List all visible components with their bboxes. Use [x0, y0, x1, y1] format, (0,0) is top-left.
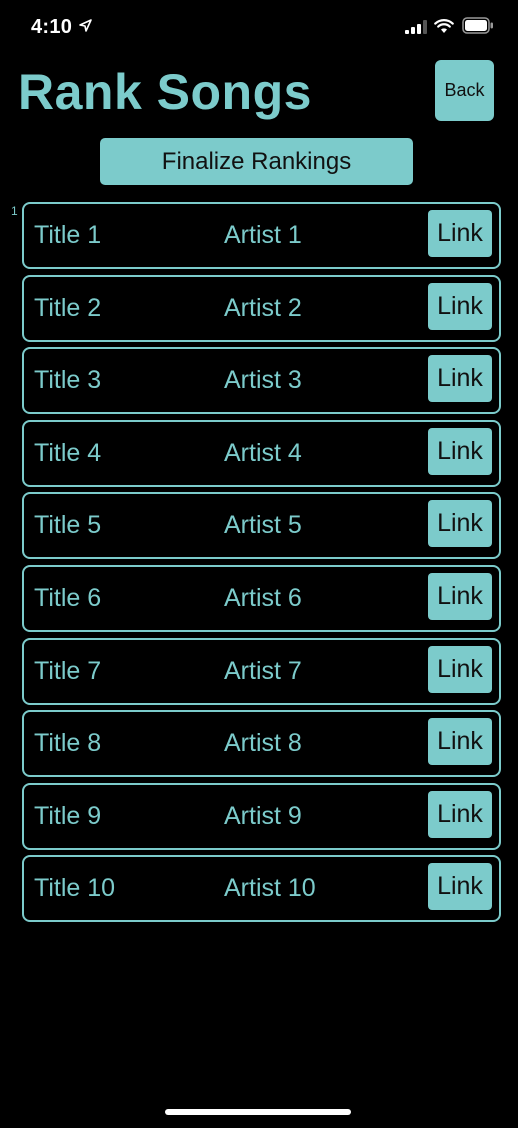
status-bar: 4:10: [0, 0, 518, 56]
page-title: Rank Songs: [18, 64, 312, 120]
song-row[interactable]: Title 5 Artist 5 Link: [22, 492, 501, 560]
song-artist: Artist 2: [224, 293, 302, 322]
song-title: Title 8: [34, 729, 102, 758]
link-button[interactable]: Link: [428, 210, 492, 257]
song-title: Title 10: [34, 874, 116, 903]
song-title: Title 2: [34, 293, 102, 322]
link-button[interactable]: Link: [428, 355, 492, 403]
song-row[interactable]: Title 3 Artist 3 Link: [22, 347, 501, 415]
song-title: Title 5: [34, 511, 102, 540]
song-title: Title 1: [34, 221, 102, 249]
rank-number: 1: [11, 204, 18, 218]
song-artist: Artist 8: [224, 729, 302, 758]
location-arrow-icon: [79, 19, 92, 32]
song-artist: Artist 9: [224, 801, 302, 830]
back-button[interactable]: Back: [435, 60, 494, 121]
wifi-icon: [434, 19, 454, 33]
song-artist: Artist 10: [224, 874, 316, 903]
song-artist: Artist 3: [224, 366, 302, 395]
song-row[interactable]: Title 1 Artist 1 Link: [22, 202, 501, 269]
finalize-rankings-button[interactable]: Finalize Rankings: [100, 138, 413, 185]
link-button[interactable]: Link: [428, 500, 492, 548]
song-row[interactable]: Title 8 Artist 8 Link: [22, 710, 501, 778]
song-row[interactable]: Title 2 Artist 2 Link: [22, 274, 501, 342]
link-button[interactable]: Link: [428, 863, 492, 911]
song-artist: Artist 7: [224, 656, 302, 685]
song-list: Title 1 Artist 1 Link Title 2 Artist 2 L…: [22, 202, 501, 928]
song-title: Title 9: [34, 801, 102, 830]
song-row[interactable]: Title 4 Artist 4 Link: [22, 419, 501, 487]
song-title: Title 6: [34, 583, 102, 612]
song-title: Title 3: [34, 366, 102, 395]
song-title: Title 4: [34, 438, 102, 467]
status-time: 4:10: [31, 16, 73, 38]
song-row[interactable]: Title 6 Artist 6 Link: [22, 564, 501, 632]
link-button[interactable]: Link: [428, 718, 492, 766]
link-button[interactable]: Link: [428, 572, 492, 620]
battery-icon: [462, 17, 493, 34]
cellular-signal-icon: [405, 20, 427, 34]
song-artist: Artist 4: [224, 438, 302, 467]
song-artist: Artist 5: [224, 511, 302, 540]
link-button[interactable]: Link: [428, 645, 492, 693]
song-row[interactable]: Title 10 Artist 10 Link: [22, 855, 501, 923]
song-artist: Artist 6: [224, 583, 302, 612]
link-button[interactable]: Link: [428, 427, 492, 475]
link-button[interactable]: Link: [428, 790, 492, 838]
song-artist: Artist 1: [224, 221, 302, 249]
link-button[interactable]: Link: [428, 282, 492, 330]
song-row[interactable]: Title 7 Artist 7 Link: [22, 637, 501, 705]
song-title: Title 7: [34, 656, 102, 685]
home-indicator[interactable]: [165, 1109, 351, 1115]
song-row[interactable]: Title 9 Artist 9 Link: [22, 782, 501, 850]
